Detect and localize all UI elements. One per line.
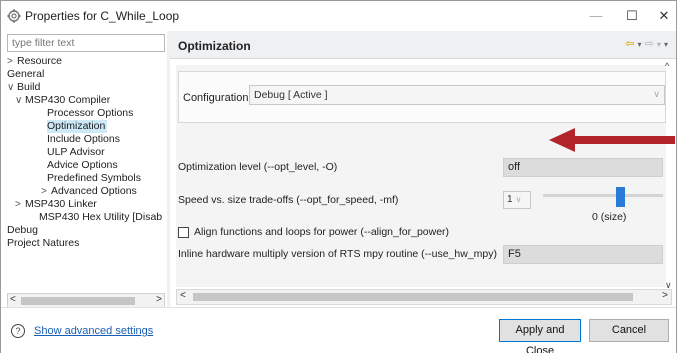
cancel-button[interactable]: Cancel (589, 319, 669, 342)
tree-item-label: MSP430 Hex Utility [Disab (39, 211, 163, 223)
tree-item[interactable]: Optimization (47, 120, 108, 133)
speed-value: 1 (507, 194, 513, 205)
opt-level-value: off (508, 161, 521, 173)
tree-item-label: MSP430 Linker (25, 198, 97, 210)
tree-item[interactable]: Predefined Symbols (47, 172, 141, 185)
align-power-checkbox[interactable] (178, 227, 189, 238)
tree-item-label: Advanced Options (51, 185, 137, 197)
scroll-right-icon[interactable]: > (156, 294, 162, 305)
tree-item[interactable]: Project Natures (7, 237, 79, 250)
forward-arrow-icon[interactable]: ⇨ (645, 38, 654, 50)
properties-dialog: Properties for C_While_Loop — ☐ ✕ >Resou… (0, 0, 677, 353)
chevron-down-icon: ∨ (515, 195, 522, 204)
chevron-down-icon: ∨ (653, 89, 660, 99)
tree-item[interactable]: MSP430 Hex Utility [Disab (39, 211, 162, 224)
tree-item-label: Predefined Symbols (47, 172, 141, 184)
tree-item-label: ULP Advisor (47, 146, 105, 158)
align-power-label: Align functions and loops for power (--a… (194, 226, 450, 238)
tree-item[interactable]: Debug (7, 224, 38, 237)
optimization-settings: Configuration: Debug [ Active ] ∨ Optimi… (176, 65, 666, 287)
speed-slider-track[interactable] (543, 194, 663, 197)
chevron-right-icon[interactable]: > (15, 198, 25, 211)
filter-input[interactable] (7, 34, 165, 52)
scrollbar-thumb[interactable] (21, 297, 135, 305)
scroll-left-icon[interactable]: < (180, 290, 186, 301)
main-vertical-scrollbar[interactable]: ^ ∨ (663, 61, 675, 291)
annotation-arrow-icon (549, 128, 675, 152)
speed-slider-value: 0 (size) (592, 211, 627, 223)
configuration-label: Configuration: (183, 92, 252, 104)
hw-mpy-label: Inline hardware multiply version of RTS … (178, 248, 498, 260)
tree-item[interactable]: Advice Options (47, 159, 118, 172)
tree-item[interactable]: General (7, 68, 44, 81)
configuration-select[interactable]: Debug [ Active ] ∨ (249, 85, 665, 105)
apply-and-close-button[interactable]: Apply and Close (499, 319, 581, 353)
configuration-value: Debug [ Active ] (254, 89, 328, 101)
speed-select[interactable]: 1 ∨ (503, 191, 531, 209)
tree-item[interactable]: ∨ MSP430 Compiler (15, 94, 110, 107)
scroll-left-icon[interactable]: < (10, 294, 16, 305)
tree-item[interactable]: Processor Options (47, 107, 133, 120)
speed-slider-thumb[interactable] (616, 187, 625, 207)
back-arrow-icon[interactable]: ⇦ (625, 38, 634, 50)
chevron-right-icon[interactable]: > (7, 55, 17, 68)
forward-dropdown-icon[interactable]: ▾ (657, 40, 661, 49)
configuration-group: Configuration: Debug [ Active ] ∨ (178, 71, 666, 123)
window-title: Properties for C_While_Loop (25, 9, 180, 23)
tree-item-label: Processor Options (47, 107, 134, 119)
main-panel: Optimization ⇦ ▾ ⇨ ▾ ▾ Configuration: De… (170, 31, 676, 307)
minimize-button[interactable]: — (585, 6, 607, 26)
maximize-button[interactable]: ☐ (621, 6, 643, 26)
title-bar: Properties for C_While_Loop — ☐ ✕ (1, 1, 676, 31)
navigation-arrows: ⇦ ▾ ⇨ ▾ ▾ (625, 37, 668, 50)
chevron-right-icon[interactable]: > (41, 185, 51, 198)
page-header: Optimization ⇦ ▾ ⇨ ▾ ▾ (170, 31, 676, 59)
chevron-down-icon[interactable]: ∨ (15, 94, 25, 107)
properties-gear-icon (7, 9, 21, 23)
tree-item[interactable]: Include Options (47, 133, 120, 146)
tree-item-label: Advice Options (47, 159, 118, 171)
help-icon[interactable]: ? (11, 324, 25, 338)
tree-item[interactable]: > Advanced Options (41, 185, 137, 198)
tree-item-label: MSP430 Compiler (25, 94, 111, 106)
scroll-up-icon[interactable]: ^ (665, 61, 669, 71)
show-advanced-settings-link[interactable]: Show advanced settings (34, 325, 153, 337)
close-button[interactable]: ✕ (653, 6, 675, 26)
tree-item[interactable]: ∨ Build (7, 81, 40, 94)
scrollbar-thumb[interactable] (193, 293, 633, 301)
tree-item-label: Project Natures (7, 237, 80, 249)
tree-item-label: Build (17, 81, 41, 93)
tree-item[interactable]: ULP Advisor (47, 146, 105, 159)
tree-item-label: Optimization (47, 120, 106, 132)
tree-item-label: Resource (17, 55, 62, 67)
speed-label: Speed vs. size trade-offs (--opt_for_spe… (178, 194, 399, 206)
tree-item-label: Include Options (47, 133, 120, 145)
chevron-down-icon[interactable]: ∨ (7, 81, 17, 94)
main-horizontal-scrollbar[interactable]: < > (176, 289, 672, 305)
back-dropdown-icon[interactable]: ▾ (638, 40, 642, 49)
view-menu-icon[interactable]: ▾ (664, 40, 668, 49)
page-title: Optimization (178, 39, 251, 53)
opt-level-label: Optimization level (--opt_level, -O) (178, 161, 338, 173)
hw-mpy-select[interactable]: F5 (503, 245, 663, 264)
tree-item-label: General (7, 68, 45, 80)
tree-item-label: Debug (7, 224, 38, 236)
scroll-right-icon[interactable]: > (662, 290, 668, 301)
opt-level-select[interactable]: off (503, 158, 663, 177)
tree-item[interactable]: > MSP430 Linker (15, 198, 97, 211)
hw-mpy-value: F5 (508, 248, 521, 260)
dialog-footer: ? Show advanced settings Apply and Close… (1, 307, 676, 353)
sidebar: >ResourceGeneral∨Build∨MSP430 CompilerPr… (1, 31, 167, 309)
tree-item[interactable]: > Resource (7, 55, 62, 68)
